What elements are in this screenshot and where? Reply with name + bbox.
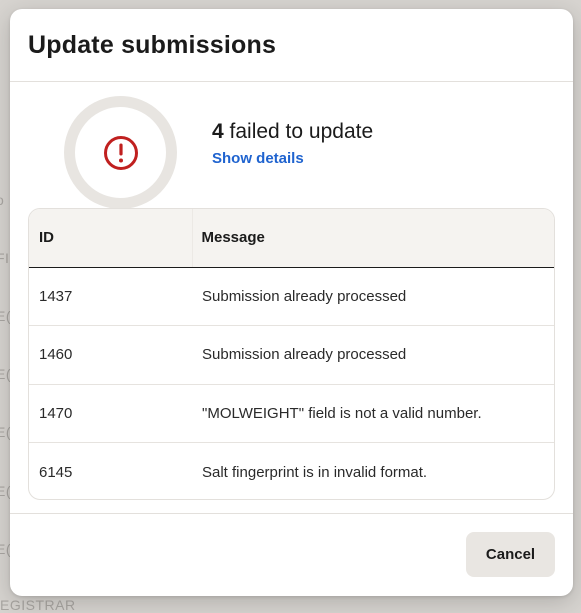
- cell-id: 1437: [29, 267, 192, 326]
- cell-id: 6145: [39, 463, 73, 481]
- background-text: EGISTRAR: [0, 597, 76, 613]
- cell-message: Submission already processed: [192, 325, 554, 385]
- column-header-message[interactable]: Message: [191, 209, 554, 268]
- table-header-row: ID Message: [29, 209, 554, 268]
- table-row: 1460 Submission already processed: [29, 325, 554, 385]
- dialog-title: Update submissions: [28, 30, 277, 59]
- failed-label: failed to update: [223, 120, 374, 143]
- cell-message: "MOLWEIGHT" field is not a valid number.: [192, 384, 554, 443]
- cell-message: Salt fingerprint is in invalid format.: [202, 463, 428, 481]
- show-details-link[interactable]: Show details: [212, 150, 304, 167]
- dialog-footer: Cancel: [10, 513, 573, 596]
- cell-id: 1460: [29, 325, 192, 385]
- failed-summary: 4 failed to update: [212, 118, 373, 146]
- cell-id: 1470: [29, 384, 192, 443]
- background-text: FI: [0, 250, 10, 266]
- alert-circle-icon: [103, 135, 138, 170]
- failures-table: ID Message 1437 Submission already proce…: [28, 208, 555, 500]
- update-submissions-dialog: Update submissions 4 failed to update Sh…: [10, 9, 573, 596]
- dialog-header: Update submissions: [10, 9, 573, 82]
- cell-message: Submission already processed: [192, 267, 554, 326]
- table-row: 1437 Submission already processed: [29, 267, 554, 326]
- cancel-button[interactable]: Cancel: [466, 532, 555, 577]
- summary-text: 4 failed to update Show details: [212, 118, 373, 168]
- background-text: o: [0, 192, 4, 208]
- failed-count: 4: [212, 120, 224, 143]
- status-ring: [64, 96, 177, 209]
- summary-section: 4 failed to update Show details: [10, 82, 573, 209]
- column-header-id[interactable]: ID: [29, 209, 192, 268]
- table-row: 1470 "MOLWEIGHT" field is not a valid nu…: [29, 384, 554, 443]
- table-row: 6145 Salt fingerprint is in invalid form…: [29, 443, 554, 500]
